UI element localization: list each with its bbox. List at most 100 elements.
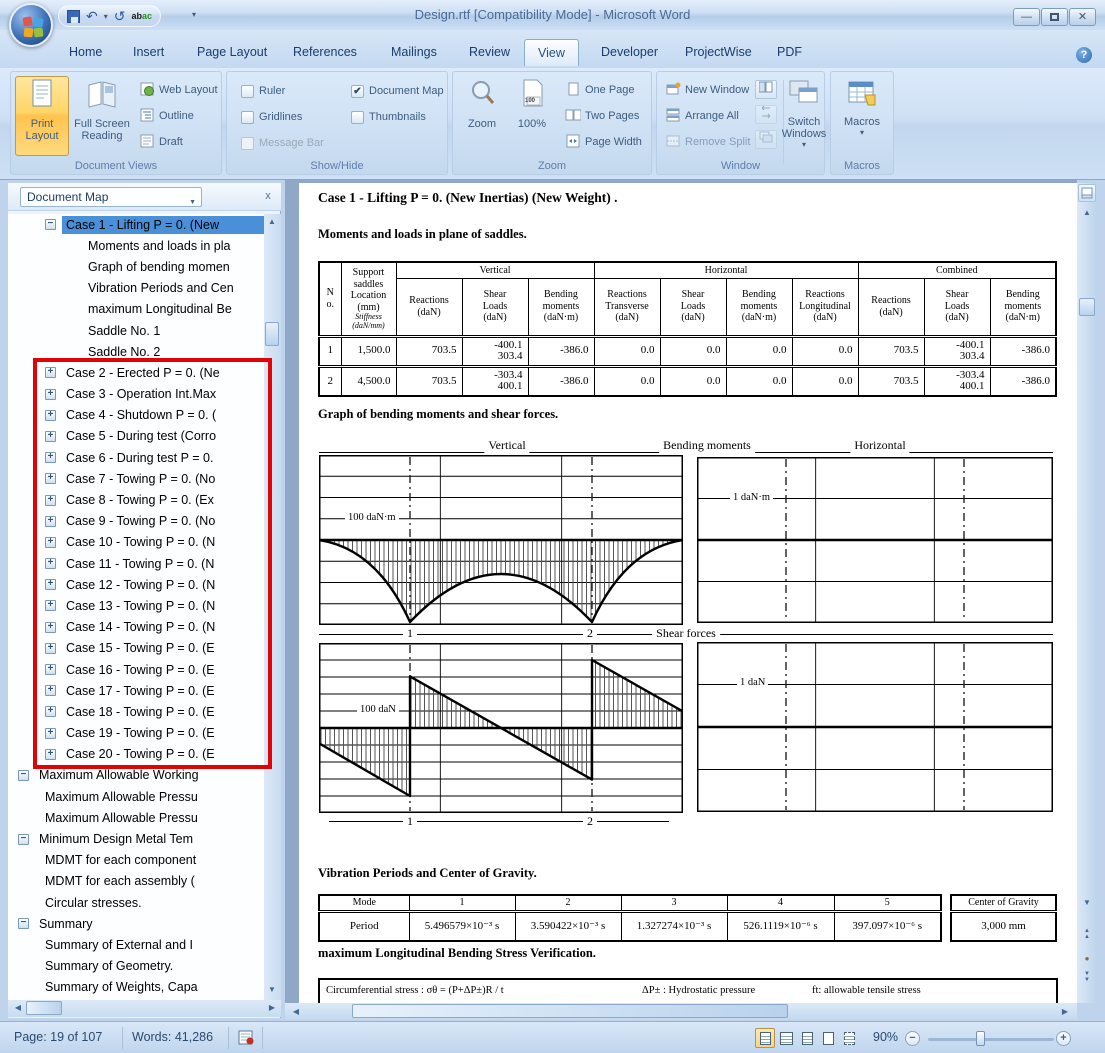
outline-button[interactable]: Outline [139, 106, 194, 126]
web-layout-button[interactable]: Web Layout [139, 80, 218, 100]
docmap-item[interactable]: MDMT for each assembly ( [8, 871, 264, 892]
zoom-button[interactable]: Zoom [459, 76, 505, 156]
docmap-item[interactable]: Summary of External and I [8, 934, 264, 955]
view-draft-button[interactable] [839, 1028, 859, 1048]
view-side-by-side-button[interactable] [755, 80, 777, 99]
tab-references[interactable]: References [280, 39, 370, 66]
view-web-layout-button[interactable] [797, 1028, 817, 1048]
help-button[interactable]: ? [1076, 47, 1092, 63]
document-horizontal-scrollbar[interactable]: ◀ ▶ [285, 1003, 1077, 1020]
docmap-item[interactable]: Saddle No. 1 [8, 320, 264, 341]
cell: -303.4 400.1 [924, 366, 990, 396]
docmap-item[interactable]: Moments and loads in pla [8, 235, 264, 256]
scroll-right-icon[interactable]: ▶ [264, 1000, 280, 1016]
zoom-percentage[interactable]: 90% [873, 1030, 898, 1044]
two-pages-button[interactable]: Two Pages [565, 106, 639, 126]
document-map-selector[interactable]: Document Map ▼ [20, 187, 202, 207]
docmap-item[interactable]: Summary of Weights, Capa [8, 977, 264, 998]
one-page-button[interactable]: One Page [565, 80, 635, 100]
tab-mailings[interactable]: Mailings [378, 39, 450, 66]
redo-icon[interactable]: ↺ [114, 9, 126, 23]
draft-button[interactable]: Draft [139, 132, 183, 152]
view-outline-button[interactable] [818, 1028, 838, 1048]
tab-view[interactable]: View [524, 39, 579, 66]
macros-button[interactable]: Macros ▾ [836, 76, 888, 156]
zoom-100-button[interactable]: 100 100% [509, 76, 555, 156]
scrollbar-thumb[interactable] [1079, 298, 1095, 316]
view-full-screen-button[interactable] [776, 1028, 796, 1048]
maximize-button[interactable] [1041, 8, 1068, 26]
vibration-table: Mode12345 Period5.496579×10⁻³ s3.590422×… [318, 894, 942, 942]
proofing-status-icon[interactable] [238, 1030, 255, 1049]
scrollbar-thumb[interactable] [265, 322, 279, 346]
collapse-icon[interactable]: − [18, 918, 29, 929]
docmap-item[interactable]: Summary of Geometry. [8, 956, 264, 977]
docmap-item[interactable]: −Minimum Design Metal Tem [8, 828, 264, 849]
qat-customize-icon[interactable]: ▾ [192, 10, 196, 19]
scroll-down-icon[interactable]: ▼ [264, 982, 280, 998]
close-button[interactable]: ✕ [1069, 8, 1096, 26]
scrollbar-thumb[interactable] [26, 1001, 62, 1015]
zoom-slider-track[interactable] [928, 1038, 1054, 1041]
docmap-item[interactable]: MDMT for each component [8, 850, 264, 871]
minimize-button[interactable]: — [1013, 8, 1040, 26]
docmap-item[interactable]: −Case 1 - Lifting P = 0. (New [8, 214, 264, 235]
undo-dropdown-icon[interactable]: ▾ [104, 12, 108, 21]
save-icon[interactable] [67, 10, 80, 23]
docmap-item[interactable]: maximum Longitudinal Be [8, 299, 264, 320]
scroll-up-icon[interactable]: ▲ [264, 214, 280, 230]
docmap-item[interactable]: Maximum Allowable Pressu [8, 786, 264, 807]
page-indicator[interactable]: Page: 19 of 107 [14, 1030, 102, 1044]
zoom-in-icon[interactable]: + [1056, 1031, 1071, 1046]
docmap-item[interactable]: Maximum Allowable Pressu [8, 807, 264, 828]
autocorrect-icon[interactable]: abac [131, 12, 152, 21]
collapse-icon[interactable]: − [18, 834, 29, 845]
arrange-all-button[interactable]: Arrange All [665, 106, 739, 126]
docmap-horizontal-scrollbar[interactable]: ◀ ▶ [8, 1000, 281, 1017]
tab-projectwise[interactable]: ProjectWise [672, 39, 765, 66]
docmap-item[interactable]: Circular stresses. [8, 892, 264, 913]
scroll-left-icon[interactable]: ◀ [288, 1004, 304, 1020]
page-width-button[interactable]: Page Width [565, 132, 642, 152]
one-page-icon [565, 81, 581, 100]
docmap-item[interactable]: Vibration Periods and Cen [8, 278, 264, 299]
full-screen-reading-button[interactable]: Full Screen Reading [71, 76, 133, 156]
zoom-out-icon[interactable]: − [905, 1031, 920, 1046]
document-map-checkbox[interactable]: ✔Document Map [351, 82, 444, 100]
docmap-item[interactable]: −Summary [8, 913, 264, 934]
tab-page-layout[interactable]: Page Layout [184, 39, 280, 66]
previous-page-icon[interactable]: ▲ ▲ [1079, 928, 1095, 940]
undo-icon[interactable]: ↶ [86, 9, 98, 23]
tab-home[interactable]: Home [56, 39, 115, 66]
cell: 1 [319, 336, 341, 366]
new-window-button[interactable]: New Window [665, 80, 749, 100]
switch-windows-button[interactable]: Switch Windows ▾ [785, 76, 823, 156]
tab-review[interactable]: Review [456, 39, 523, 66]
collapse-icon[interactable]: − [45, 219, 56, 230]
docmap-item[interactable]: Graph of bending momen [8, 256, 264, 277]
scroll-left-icon[interactable]: ◀ [10, 1000, 26, 1016]
ruler-checkbox[interactable]: Ruler [241, 82, 285, 100]
next-page-icon[interactable]: ▼ ▼ [1079, 971, 1095, 983]
scrollbar-thumb[interactable] [352, 1004, 788, 1018]
tab-insert[interactable]: Insert [120, 39, 177, 66]
document-vertical-scrollbar[interactable]: ▲ ▼ ▲ ▲ ● ▼ ▼ [1077, 183, 1097, 1003]
close-pane-icon[interactable]: x [260, 189, 276, 205]
tab-pdf[interactable]: PDF [764, 39, 815, 66]
scroll-up-icon[interactable]: ▲ [1079, 205, 1095, 221]
scroll-right-icon[interactable]: ▶ [1057, 1004, 1073, 1020]
gridlines-checkbox[interactable]: Gridlines [241, 108, 302, 126]
print-layout-button[interactable]: Print Layout [15, 76, 69, 156]
remove-split-icon [665, 133, 681, 152]
tab-developer[interactable]: Developer [588, 39, 671, 66]
collapse-icon[interactable]: − [18, 770, 29, 781]
scroll-down-icon[interactable]: ▼ [1079, 895, 1095, 911]
ruler-toggle-button[interactable] [1078, 184, 1096, 202]
select-browse-object-icon[interactable]: ● [1079, 951, 1095, 967]
cell: 703.5 [396, 336, 462, 366]
office-button[interactable] [9, 3, 53, 47]
view-print-layout-button[interactable] [755, 1028, 775, 1048]
zoom-slider-thumb[interactable] [976, 1031, 985, 1046]
thumbnails-checkbox[interactable]: Thumbnails [351, 108, 426, 126]
word-count[interactable]: Words: 41,286 [132, 1030, 213, 1044]
